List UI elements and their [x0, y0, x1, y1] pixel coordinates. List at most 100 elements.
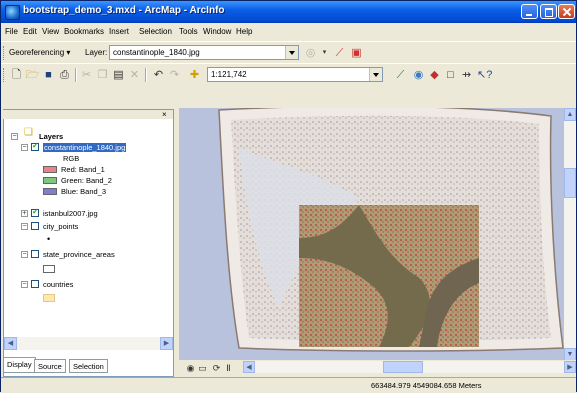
tab-selection[interactable]: Selection [69, 359, 108, 373]
undo-icon[interactable]: ↶ [151, 68, 166, 82]
scroll-up-icon[interactable]: ▲ [564, 108, 576, 121]
model-builder-icon[interactable]: ⇸ [459, 68, 474, 82]
menu-view[interactable]: View [42, 27, 59, 36]
print-icon[interactable]: ⎙ [57, 68, 72, 82]
layer-item-constantinople[interactable]: constantinople_1840.jpg [43, 142, 127, 153]
georeferencing-menu[interactable]: Georeferencing ▾ [9, 48, 70, 57]
layer-visibility-checkbox[interactable] [31, 280, 39, 288]
title-bar[interactable]: bootstrap_demo_3.mxd - ArcMap - ArcInfo [1, 1, 576, 23]
layers-icon: ❏ [24, 127, 33, 138]
red-band-swatch [43, 166, 57, 173]
georeferencing-toolbar: Georeferencing ▾ Layer: constantinople_1… [1, 41, 576, 64]
blue-band-label: Blue: Band_3 [61, 187, 107, 196]
layer-item-istanbul[interactable]: istanbul2007.jpg [43, 208, 98, 219]
standard-toolbar: 🗋 🗁 ■ ⎙ ✂ ❐ ▤ ✕ ↶ ↷ ✚ 1:121,742 ⟋ ◉ ◆ □ … [1, 63, 576, 86]
tab-source[interactable]: Source [34, 359, 66, 373]
menu-insert[interactable]: Insert [109, 27, 129, 36]
layer-visibility-checkbox[interactable] [31, 222, 39, 230]
window-title: bootstrap_demo_3.mxd - ArcMap - ArcInfo [23, 5, 225, 16]
editor-toolbar-icon[interactable]: ⟋ [393, 68, 408, 82]
map-vertical-scrollbar[interactable]: ▲ ▼ [564, 108, 576, 361]
open-folder-icon[interactable]: 🗁 [25, 68, 40, 82]
map-view[interactable] [179, 108, 564, 360]
toc-header [3, 110, 173, 119]
layer-visibility-checkbox[interactable] [31, 250, 39, 258]
green-band-label: Green: Band_2 [61, 176, 112, 185]
collapse-toggle[interactable]: − [21, 281, 28, 288]
save-icon[interactable]: ■ [41, 68, 56, 82]
collapse-toggle[interactable]: − [21, 144, 28, 151]
layer-item-state-province-areas[interactable]: state_province_areas [43, 249, 115, 260]
toc-close-icon[interactable]: × [162, 110, 167, 119]
rotate-dropdown-icon[interactable]: ▾ [317, 46, 332, 60]
toc-horizontal-scrollbar[interactable]: ◀ ▶ [4, 337, 173, 350]
horizontal-scroll-thumb[interactable] [383, 361, 423, 373]
layers-root-label[interactable]: Layers [39, 131, 63, 142]
scroll-left-icon[interactable]: ◀ [243, 361, 255, 373]
menu-file[interactable]: File [5, 27, 18, 36]
menu-bookmarks[interactable]: Bookmarks [64, 27, 104, 36]
toc-tabs: Display Source Selection [1, 357, 176, 375]
layer-visibility-checkbox[interactable] [31, 207, 39, 217]
green-band-swatch [43, 177, 57, 184]
arcmap-app-icon[interactable] [5, 5, 20, 20]
collapse-toggle[interactable]: − [11, 133, 18, 140]
polygon-symbol-swatch [43, 294, 55, 302]
arcmap-window: bootstrap_demo_3.mxd - ArcMap - ArcInfo … [0, 0, 577, 393]
delete-icon[interactable]: ✕ [127, 68, 142, 82]
layer-label: constantinople_1840.jpg [43, 143, 127, 152]
arctoolbox-icon[interactable]: ◆ [427, 68, 442, 82]
paste-icon[interactable]: ▤ [111, 68, 126, 82]
chevron-down-icon[interactable] [285, 46, 298, 59]
map-scale-dropdown[interactable]: 1:121,742 [207, 67, 383, 82]
expand-toggle[interactable]: + [21, 210, 28, 217]
cut-icon[interactable]: ✂ [79, 68, 94, 82]
add-data-icon[interactable]: ✚ [187, 68, 202, 82]
layout-view-icon[interactable]: ▭ [195, 361, 210, 375]
toolbar-grip[interactable] [3, 46, 7, 60]
scroll-right-icon[interactable]: ▶ [160, 337, 173, 350]
menu-bar: File Edit View Bookmarks Insert Selectio… [1, 23, 576, 41]
scroll-right-icon[interactable]: ▶ [564, 361, 576, 373]
status-bar: 663484.979 4549084.658 Meters [1, 377, 576, 393]
redo-icon[interactable]: ↷ [167, 68, 182, 82]
toolbar-separator [145, 68, 147, 82]
map-scale-value: 1:121,742 [211, 70, 247, 79]
chevron-down-icon[interactable] [369, 68, 382, 81]
menu-selection[interactable]: Selection [139, 27, 172, 36]
pause-drawing-icon[interactable]: Ⅱ [221, 361, 236, 375]
view-link-table-icon[interactable]: ▣ [349, 46, 364, 60]
point-symbol-icon: • [47, 234, 51, 244]
map-bottom-bar: ◉ ▭ ⟳ Ⅱ ◀ ▶ [179, 360, 576, 375]
layer-dropdown[interactable]: constantinople_1840.jpg [109, 45, 299, 60]
layer-visibility-checkbox[interactable] [31, 141, 39, 151]
layer-label: Layer: [85, 48, 108, 57]
menu-window[interactable]: Window [203, 27, 231, 36]
add-control-points-icon[interactable]: ⟋ [332, 46, 347, 60]
red-band-label: Red: Band_1 [61, 165, 105, 174]
menu-edit[interactable]: Edit [23, 27, 37, 36]
close-button[interactable] [558, 4, 575, 19]
scroll-left-icon[interactable]: ◀ [4, 337, 17, 350]
layer-item-city-points[interactable]: city_points [43, 221, 78, 232]
minimize-button[interactable] [521, 4, 538, 19]
maximize-button[interactable] [540, 4, 557, 19]
menu-tools[interactable]: Tools [179, 27, 198, 36]
layer-dropdown-value: constantinople_1840.jpg [113, 48, 200, 57]
collapse-toggle[interactable]: − [21, 251, 28, 258]
toolbar-grip[interactable] [3, 68, 7, 82]
map-horizontal-scrollbar[interactable]: ◀ ▶ [243, 361, 576, 373]
blue-band-swatch [43, 188, 57, 195]
collapse-toggle[interactable]: − [21, 223, 28, 230]
tab-display[interactable]: Display [3, 357, 36, 373]
whats-this-help-icon[interactable]: ↖? [477, 68, 492, 82]
vertical-scroll-thumb[interactable] [564, 168, 576, 198]
table-of-contents-icon[interactable]: ◉ [411, 68, 426, 82]
menu-help[interactable]: Help [236, 27, 252, 36]
copy-icon[interactable]: ❐ [95, 68, 110, 82]
new-document-icon[interactable]: 🗋 [9, 68, 24, 82]
command-line-icon[interactable]: □ [443, 68, 458, 82]
map-canvas [218, 108, 564, 352]
auto-adjust-icon[interactable]: ◎ [303, 46, 318, 60]
layer-item-countries[interactable]: countries [43, 279, 73, 290]
